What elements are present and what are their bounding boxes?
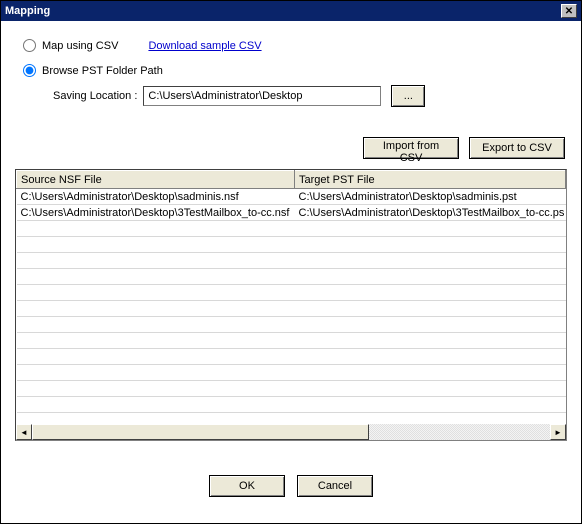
scroll-left-icon[interactable]: ◄ [16,424,32,440]
col-header-target[interactable]: Target PST File [295,171,566,189]
window-title: Mapping [5,5,50,17]
table-row[interactable] [17,285,566,301]
table-row[interactable] [17,221,566,237]
ok-button[interactable]: OK [209,475,285,497]
cell-target: C:\Users\Administrator\Desktop\sadminis.… [295,189,566,205]
table-row[interactable] [17,237,566,253]
cell-source: C:\Users\Administrator\Desktop\3TestMail… [17,205,295,221]
titlebar: Mapping ✕ [1,1,581,21]
dialog-buttons: OK Cancel [15,475,567,497]
scroll-right-icon[interactable]: ► [550,424,566,440]
horizontal-scrollbar[interactable]: ◄ ► [16,424,566,440]
mapping-table-wrap: Source NSF File Target PST File C:\Users… [15,169,567,441]
radio-browse-pst-label: Browse PST Folder Path [42,65,163,77]
radio-map-csv[interactable] [23,39,36,52]
import-csv-button[interactable]: Import from CSV [363,137,459,159]
table-row[interactable] [17,381,566,397]
option-browse-pst[interactable]: Browse PST Folder Path [23,64,567,77]
option-map-csv[interactable]: Map using CSV Download sample CSV [23,39,567,52]
col-header-source[interactable]: Source NSF File [17,171,295,189]
radio-browse-pst[interactable] [23,64,36,77]
download-sample-link[interactable]: Download sample CSV [148,40,261,52]
table-row[interactable]: C:\Users\Administrator\Desktop\3TestMail… [17,205,566,221]
csv-buttons: Import from CSV Export to CSV [15,137,567,159]
export-csv-button[interactable]: Export to CSV [469,137,565,159]
cell-source: C:\Users\Administrator\Desktop\sadminis.… [17,189,295,205]
table-row[interactable] [17,253,566,269]
table-row[interactable]: C:\Users\Administrator\Desktop\sadminis.… [17,189,566,205]
table-row[interactable] [17,349,566,365]
scroll-thumb[interactable] [32,424,369,440]
browse-button[interactable]: ... [391,85,425,107]
close-icon[interactable]: ✕ [561,4,577,18]
table-row[interactable] [17,301,566,317]
table-row[interactable] [17,365,566,381]
saving-location-input[interactable] [143,86,381,106]
saving-location-row: Saving Location : ... [53,85,567,107]
scroll-track[interactable] [32,424,550,440]
cell-target: C:\Users\Administrator\Desktop\3TestMail… [295,205,566,221]
saving-location-label: Saving Location : [53,90,137,102]
table-row[interactable] [17,397,566,413]
mapping-table[interactable]: Source NSF File Target PST File C:\Users… [16,170,566,429]
table-row[interactable] [17,333,566,349]
table-row[interactable] [17,317,566,333]
table-row[interactable] [17,269,566,285]
radio-map-csv-label: Map using CSV [42,40,118,52]
cancel-button[interactable]: Cancel [297,475,373,497]
dialog-content: Map using CSV Download sample CSV Browse… [1,21,581,507]
